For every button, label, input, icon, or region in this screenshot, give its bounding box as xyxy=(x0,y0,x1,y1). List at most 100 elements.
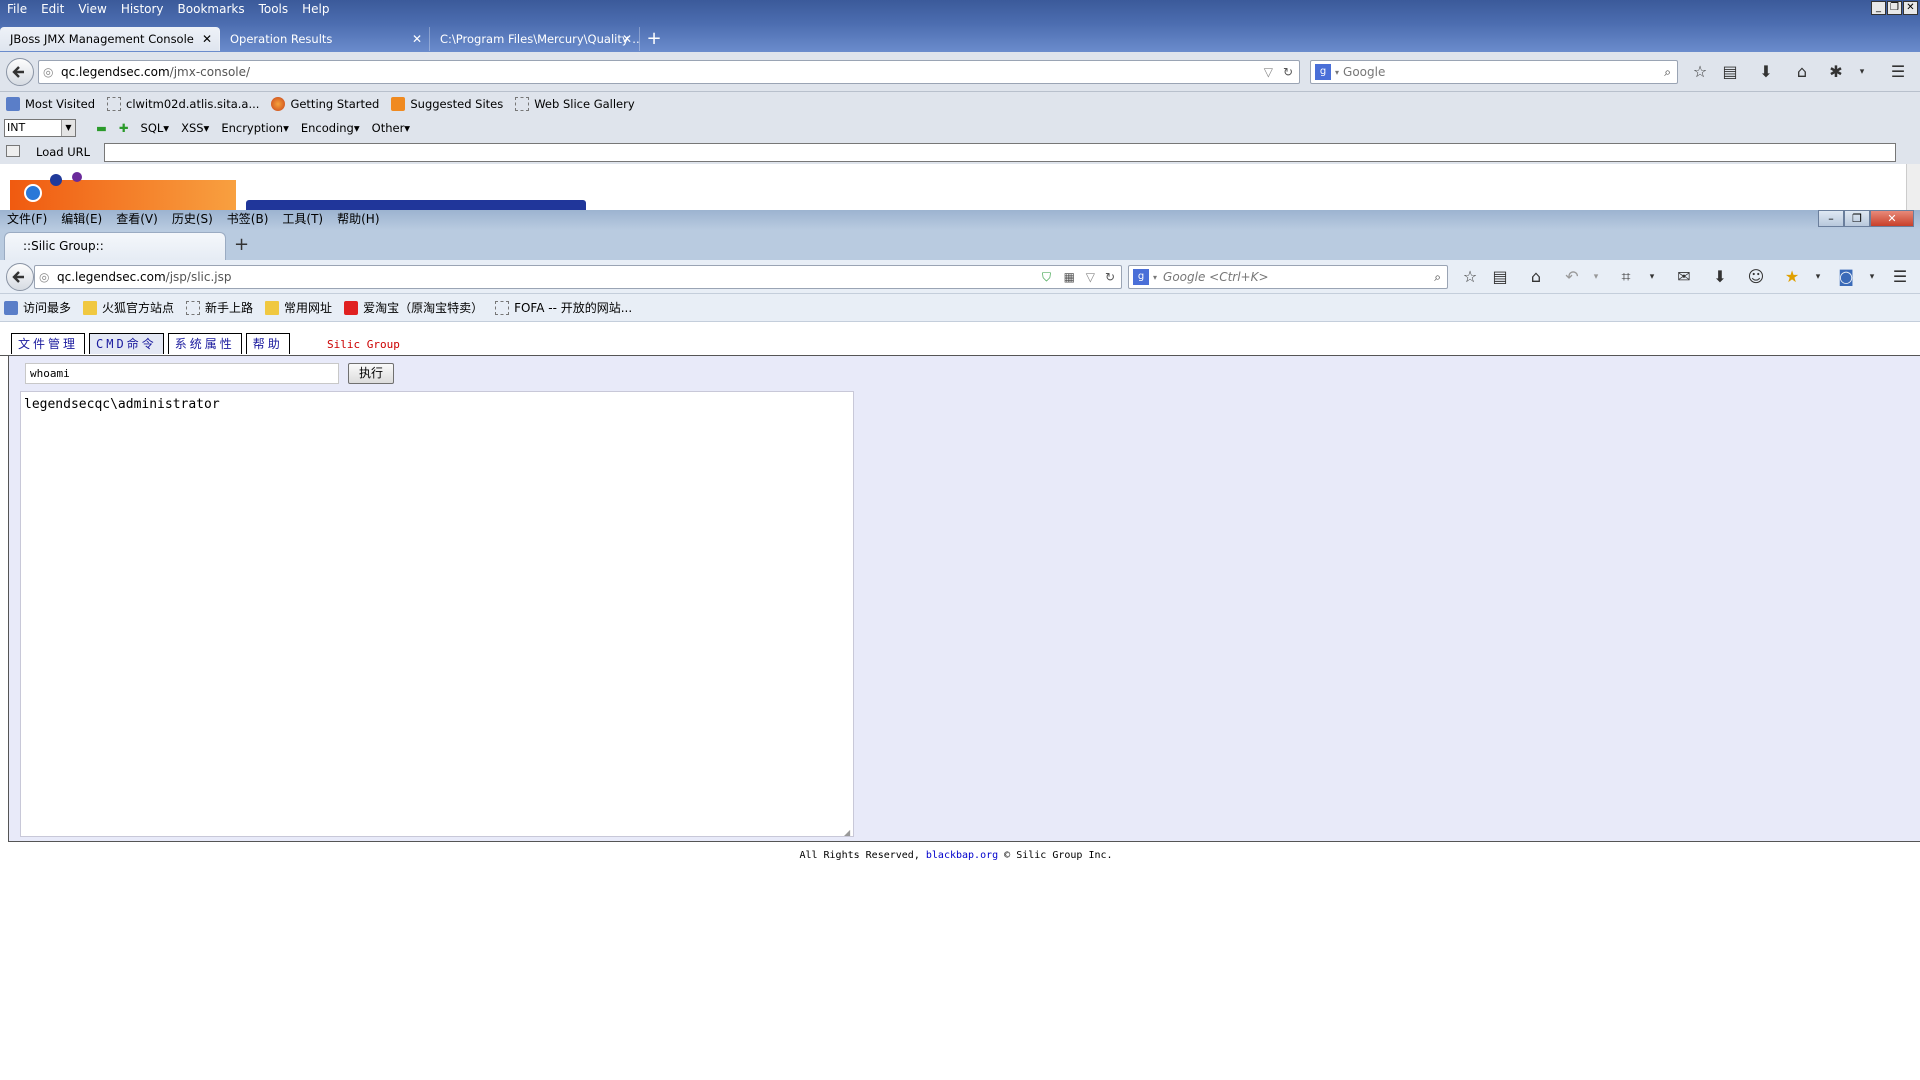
google-icon[interactable]: g xyxy=(1315,64,1331,80)
minimize-icon[interactable]: _ xyxy=(1871,1,1886,15)
resize-grip-icon[interactable]: ◢ xyxy=(844,828,850,837)
download-icon[interactable]: ⬇ xyxy=(1756,62,1776,82)
bookmark-fofa[interactable]: FOFA -- 开放的网站... xyxy=(495,299,632,316)
close-icon[interactable]: ✕ xyxy=(412,32,422,46)
bookmark-clwitm[interactable]: clwitm02d.atlis.sita.a... xyxy=(107,97,259,111)
star-extension-icon[interactable]: ★ xyxy=(1782,267,1802,287)
chat-icon[interactable]: ✉ xyxy=(1674,267,1694,287)
bookmark-firefox-official[interactable]: 火狐官方站点 xyxy=(83,299,174,316)
minimize-icon[interactable]: – xyxy=(1818,210,1844,227)
command-input[interactable]: whoami xyxy=(25,363,339,384)
new-tab-icon[interactable]: + xyxy=(640,27,668,51)
menu-bookmarks[interactable]: 书签(B) xyxy=(220,210,276,228)
menu-edit[interactable]: 编辑(E) xyxy=(54,210,109,228)
hackbar-menu-sql[interactable]: SQL▾ xyxy=(141,121,170,135)
reload-icon[interactable]: ↻ xyxy=(1105,270,1115,284)
bookmarks-list-icon[interactable]: ▤ xyxy=(1490,267,1510,287)
hackbar-menu-encoding[interactable]: Encoding▾ xyxy=(301,121,360,135)
back-button[interactable] xyxy=(6,58,34,86)
hackbar-menu-xss[interactable]: XSS▾ xyxy=(181,121,209,135)
close-icon[interactable]: ✕ xyxy=(202,32,212,46)
tab-system-properties[interactable]: 系统属性 xyxy=(167,333,242,354)
search-icon[interactable]: ⌕ xyxy=(1664,65,1671,80)
menu-view[interactable]: View xyxy=(71,0,113,18)
bookmark-most-visited[interactable]: Most Visited xyxy=(6,97,95,111)
footer-link[interactable]: blackbap.org xyxy=(926,850,998,861)
search-icon[interactable]: ⌕ xyxy=(1434,270,1441,285)
chevron-down-icon[interactable]: ▾ xyxy=(1808,267,1828,287)
download-icon[interactable]: ⬇ xyxy=(1710,267,1730,287)
chevron-down-icon[interactable]: ▼ xyxy=(61,120,75,136)
back-search-bar[interactable]: g ▾ Google ⌕ xyxy=(1310,60,1678,84)
menu-icon[interactable]: ☰ xyxy=(1890,267,1910,287)
plus-icon[interactable]: ✚ xyxy=(119,121,129,135)
front-search-bar[interactable]: g ▾ Google <Ctrl+K> ⌕ xyxy=(1128,265,1448,289)
front-url-bar[interactable]: ◎ qc.legendsec.com/jsp/slic.jsp ⛉ ▦ ▽ ↻ xyxy=(34,265,1122,289)
bookmark-most-visited[interactable]: 访问最多 xyxy=(4,299,71,316)
bookmark-aitaobao[interactable]: 爱淘宝（原淘宝特卖） xyxy=(344,299,483,316)
bookmark-web-slice-gallery[interactable]: Web Slice Gallery xyxy=(515,97,635,111)
load-url-button[interactable]: Load URL xyxy=(36,145,90,159)
menu-history[interactable]: 历史(S) xyxy=(165,210,220,228)
hackbar-menu-other[interactable]: Other▾ xyxy=(372,121,410,135)
tab-jboss-console[interactable]: JBoss JMX Management Console ✕ xyxy=(0,27,220,51)
google-icon[interactable]: g xyxy=(1133,269,1149,285)
execute-button[interactable]: 执行 xyxy=(348,363,394,384)
tab-cmd-command[interactable]: CMD命令 xyxy=(89,333,164,354)
minus-icon[interactable]: ▬ xyxy=(96,121,107,135)
restore-icon[interactable]: ❐ xyxy=(1887,1,1902,15)
menu-help[interactable]: Help xyxy=(295,0,336,18)
crop-icon[interactable]: ⌗ xyxy=(1616,267,1636,287)
close-icon[interactable]: ✕ xyxy=(622,32,632,46)
chevron-down-icon[interactable]: ▾ xyxy=(1586,267,1606,287)
addon-icon[interactable]: ✱ xyxy=(1826,62,1846,82)
menu-file[interactable]: File xyxy=(0,0,34,18)
chevron-down-icon[interactable]: ▾ xyxy=(1642,267,1662,287)
menu-edit[interactable]: Edit xyxy=(34,0,71,18)
command-output[interactable]: legendsecqc\administrator xyxy=(20,391,854,837)
menu-file[interactable]: 文件(F) xyxy=(0,210,54,228)
undo-icon[interactable]: ↶ xyxy=(1562,267,1582,287)
chevron-down-icon[interactable]: ▾ xyxy=(1852,62,1872,82)
hackbar-type-select[interactable]: INT ▼ xyxy=(4,119,76,137)
menu-tools[interactable]: 工具(T) xyxy=(275,210,330,228)
tab-operation-results[interactable]: Operation Results ✕ xyxy=(220,27,430,51)
tab-silic-group[interactable]: ::Silic Group:: xyxy=(4,232,226,260)
menu-view[interactable]: 查看(V) xyxy=(109,210,165,228)
bookmark-star-icon[interactable]: ☆ xyxy=(1460,267,1480,287)
qr-code-icon[interactable]: ▦ xyxy=(1064,270,1075,284)
bookmarks-list-icon[interactable]: ▤ xyxy=(1720,62,1740,82)
tab-quality-path[interactable]: C:\Program Files\Mercury\Quality ... ✕ xyxy=(430,27,640,51)
chevron-down-icon[interactable]: ▾ xyxy=(1862,267,1882,287)
back-url-bar[interactable]: ◎ qc.legendsec.com/jmx-console/ ▽ ↻ xyxy=(38,60,1300,84)
home-icon[interactable]: ⌂ xyxy=(1526,267,1546,287)
bookmark-getting-started[interactable]: 新手上路 xyxy=(186,299,253,316)
tab-help[interactable]: 帮助 xyxy=(245,333,290,354)
user-icon[interactable]: ☺ xyxy=(1746,267,1766,287)
dropdown-icon[interactable]: ▽ xyxy=(1086,270,1095,284)
shield-icon[interactable]: ⛉ xyxy=(1042,270,1051,285)
bookmark-suggested-sites[interactable]: Suggested Sites xyxy=(391,97,503,111)
dropdown-icon[interactable]: ▽ xyxy=(1264,65,1273,79)
menu-history[interactable]: History xyxy=(114,0,171,18)
menu-help[interactable]: 帮助(H) xyxy=(330,210,386,228)
chevron-down-icon[interactable]: ▾ xyxy=(1335,68,1339,77)
back-button[interactable] xyxy=(6,263,34,291)
restore-icon[interactable]: ❐ xyxy=(1844,210,1870,227)
bookmark-getting-started[interactable]: Getting Started xyxy=(271,97,379,111)
close-icon[interactable]: ✕ xyxy=(1903,1,1918,15)
new-tab-icon[interactable]: + xyxy=(234,234,249,255)
qq-icon[interactable]: ◙ xyxy=(1836,267,1856,287)
home-icon[interactable]: ⌂ xyxy=(1792,62,1812,82)
scrollbar[interactable] xyxy=(1906,164,1920,210)
chevron-down-icon[interactable]: ▾ xyxy=(1153,273,1157,282)
bookmark-common-sites[interactable]: 常用网址 xyxy=(265,299,332,316)
menu-icon[interactable]: ☰ xyxy=(1888,62,1908,82)
hackbar-url-textarea[interactable] xyxy=(104,143,1896,162)
bookmark-star-icon[interactable]: ☆ xyxy=(1690,62,1710,82)
reload-icon[interactable]: ↻ xyxy=(1283,65,1293,79)
close-icon[interactable]: ✕ xyxy=(1870,210,1914,227)
menu-tools[interactable]: Tools xyxy=(252,0,296,18)
tab-file-management[interactable]: 文件管理 xyxy=(11,333,86,354)
hackbar-menu-encryption[interactable]: Encryption▾ xyxy=(221,121,289,135)
